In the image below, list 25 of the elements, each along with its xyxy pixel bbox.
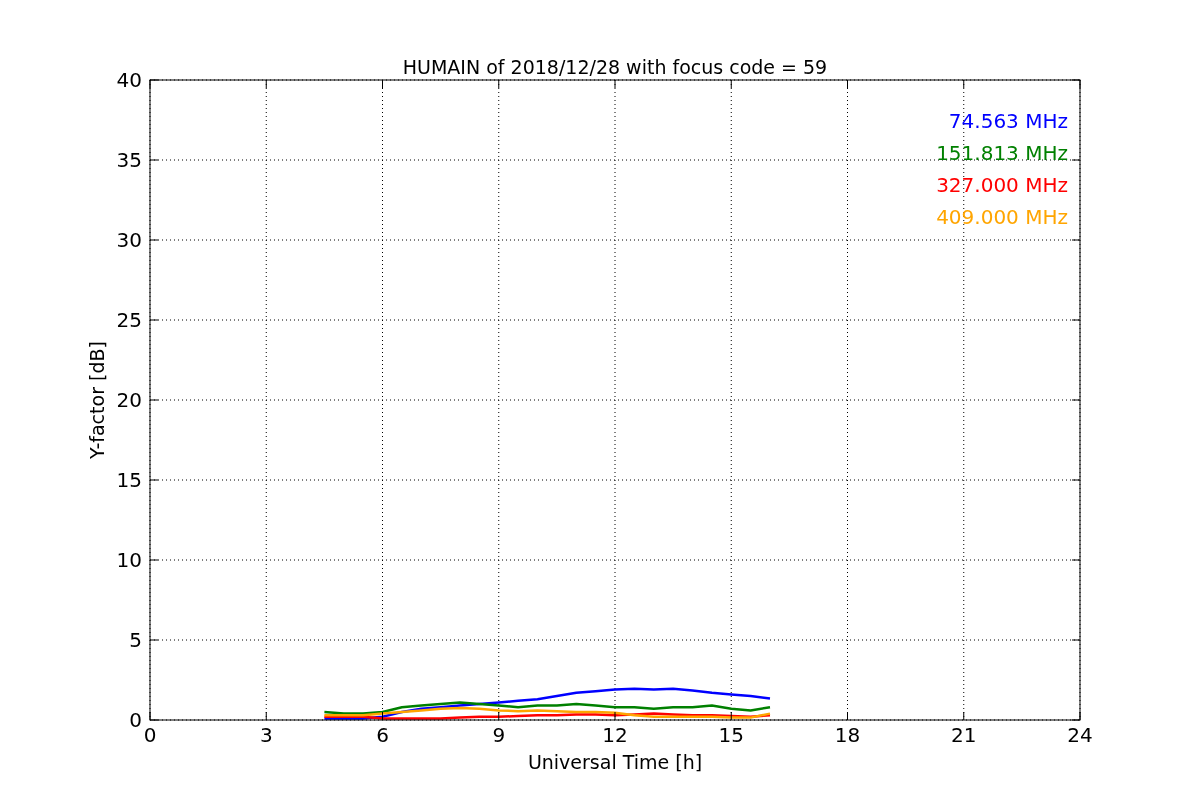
y-tick-label: 10 [116,548,142,572]
x-tick-label: 9 [492,723,506,747]
legend-label: 327.000 MHz [936,173,1068,197]
y-tick-label: 5 [129,628,142,652]
x-tick-label: 15 [718,723,744,747]
y-tick-label: 40 [116,68,142,92]
x-tick-label: 3 [259,723,273,747]
y-tick-label: 20 [116,388,142,412]
chart-title: HUMAIN of 2018/12/28 with focus code = 59 [402,56,828,78]
y-axis-label: Y-factor [dB] [86,341,108,459]
x-tick-label: 21 [951,723,977,747]
y-tick-label: 35 [116,148,142,172]
x-tick-label: 24 [1067,723,1093,747]
x-axis-label: Universal Time [h] [527,751,703,773]
y-tick-label: 0 [129,708,142,732]
legend-label: 409.000 MHz [936,205,1068,229]
x-tick-label: 12 [602,723,628,747]
y-tick-label: 15 [116,468,142,492]
y-tick-label: 30 [116,228,142,252]
legend-label: 74.563 MHz [948,109,1068,133]
legend-label: 151.813 MHz [936,141,1068,165]
y-tick-label: 25 [116,308,142,332]
x-tick-label: 6 [376,723,389,747]
x-tick-label: 18 [834,723,861,747]
x-tick-label: 0 [143,723,157,747]
